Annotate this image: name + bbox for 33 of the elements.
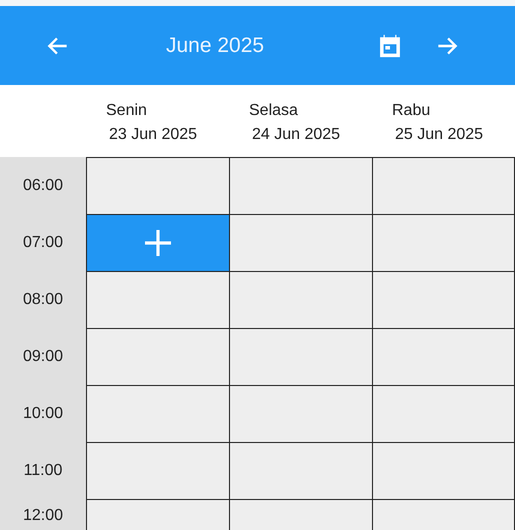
day-date: 24 Jun 2025 [251,125,342,145]
slot-cell[interactable] [86,271,229,328]
slot-cell[interactable] [229,442,372,499]
slot-cell[interactable] [372,214,515,271]
slot-cell[interactable] [229,271,372,328]
slot-cell[interactable] [229,214,372,271]
day-date: 25 Jun 2025 [394,125,484,145]
slot-cell[interactable] [86,328,229,385]
slot-cell[interactable] [86,157,229,214]
slot-cell[interactable] [229,385,372,442]
slot-cell[interactable] [229,328,372,385]
slot-cell[interactable] [372,157,515,214]
time-label: 08:00 [22,290,64,308]
time-label: 11:00 [24,462,62,480]
slot-cell[interactable] [86,385,229,442]
day-date: 23 Jun 2025 [108,125,198,145]
time-label: 10:00 [22,404,64,422]
slot-cell[interactable] [229,157,372,214]
slot-cell[interactable] [86,442,229,499]
day-name: Senin [106,101,148,121]
time-label: 12:00 [22,507,64,525]
slot-cell[interactable] [86,214,229,271]
time-label: 06:00 [22,176,64,194]
slot-cell[interactable] [372,328,515,385]
plus-icon [142,227,174,259]
month-title: June 2025 [166,34,266,58]
slot-cell[interactable] [372,271,515,328]
day-name: Selasa [249,101,299,121]
slot-cell[interactable] [372,385,515,442]
day-name: Rabu [392,101,432,121]
slot-cell[interactable] [372,442,515,499]
time-label: 07:00 [22,234,64,252]
time-label: 09:00 [22,348,64,366]
